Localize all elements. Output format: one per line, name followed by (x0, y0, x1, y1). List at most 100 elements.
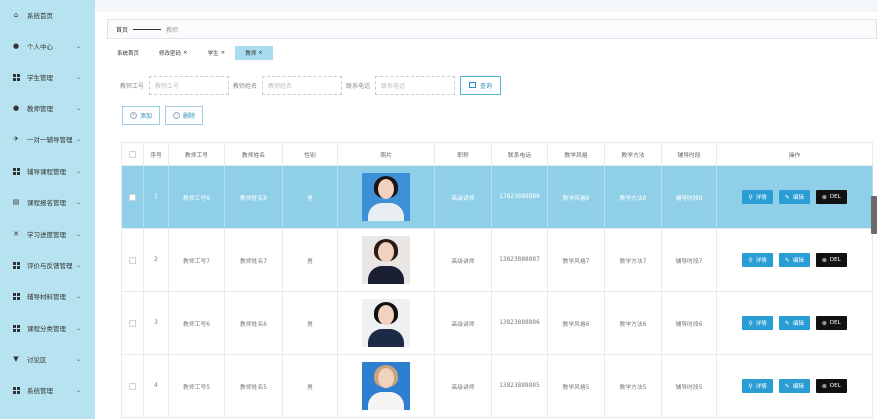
breadcrumb-home[interactable]: 首页 (116, 25, 128, 34)
cell-id: 教师工号8 (169, 166, 225, 228)
table-row[interactable]: 2 教师工号7 教师姓名7 男 高级讲师 13823888887 教学风格7 教学方法7 辅导时… (121, 229, 873, 292)
detail-button-label: 详情 (755, 321, 767, 327)
row-checkbox[interactable] (129, 256, 136, 264)
sidebar-item[interactable]: 学生管理 ⌄ (0, 67, 95, 87)
tab-item[interactable]: 修改密码 × (149, 46, 198, 60)
cell-name: 教师姓名6 (225, 292, 283, 354)
cell-photo (338, 355, 435, 417)
column-header: 性别 (283, 143, 338, 165)
tab-item[interactable]: 系统首页 (107, 46, 150, 60)
add-button[interactable]: + 添加 (122, 106, 161, 125)
del-button[interactable]: ⊗ DEL (815, 379, 847, 393)
breadcrumb: 首页 教师 (107, 19, 877, 39)
teacher-table: 序号 教师工号 教师姓名 性别 照片 职称 联系电话 教学风格 教学方法 辅导时段 操作 1 教师工号8… (121, 142, 873, 418)
chevron-down-icon: ⌄ (75, 135, 81, 143)
edit-button[interactable]: ✎ 编辑 (778, 379, 810, 393)
del-button[interactable]: ⊗ DEL (815, 253, 847, 267)
cross-icon: ✕ (13, 230, 19, 238)
sidebar-item-label: 讨论区 (27, 356, 47, 364)
chevron-down-icon: ⌄ (75, 167, 81, 175)
delete-button-label: 删除 (183, 113, 196, 120)
sidebar-item[interactable]: 评价与反馈管理 ⌄ (0, 255, 95, 275)
cell-slot: 辅导时段6 (662, 292, 717, 354)
cell-method: 教学方法7 (605, 229, 662, 291)
select-all-checkbox[interactable] (129, 150, 136, 158)
del-button[interactable]: ⊗ DEL (815, 316, 847, 330)
sidebar-item[interactable]: ▼ 讨论区 ⌄ (0, 349, 95, 369)
breadcrumb-separator (133, 28, 162, 30)
close-icon[interactable]: × (258, 50, 263, 56)
table-row[interactable]: 4 教师工号5 教师姓名5 男 高级讲师 13823888885 教学风格5 教学方法5 辅导时… (121, 355, 873, 418)
detail-button[interactable]: ⚲ 详情 (742, 316, 773, 330)
teacher-name-input[interactable]: 教师姓名 (262, 75, 343, 95)
sidebar-item-label: 评价与反馈管理 (27, 262, 73, 270)
sidebar-item-label: 系统首页 (27, 12, 53, 20)
phone-input[interactable]: 联系电话 (375, 75, 456, 95)
query-button[interactable]: 查询 (460, 75, 502, 95)
cell-photo (338, 229, 435, 291)
grid-icon (9, 73, 23, 81)
sidebar-item[interactable]: ✕ 学习进度管理 ⌄ (0, 224, 95, 244)
sidebar-item[interactable]: ⌂ 系统首页 (0, 5, 95, 25)
cell-slot: 辅导时段5 (662, 355, 717, 417)
cell-title: 高级讲师 (435, 166, 492, 228)
tab-item[interactable]: 教师 × (235, 46, 273, 60)
teacher-photo (362, 299, 410, 347)
sidebar: ⌂ 系统首页 ● 个人中心 ⌄ 学生管理 ⌄ ● 教师管理 ⌄ ✈ 一对一辅导管理 ⌄ 辅导课程管理 ⌄ ▤ 课… (0, 0, 95, 419)
cell-id: 教师工号5 (169, 355, 225, 417)
select-all-cell[interactable] (121, 143, 144, 165)
column-header: 职称 (435, 143, 492, 165)
detail-button[interactable]: ⚲ 详情 (742, 190, 773, 204)
row-select-cell (121, 292, 144, 354)
sidebar-item[interactable]: 辅导课程管理 ⌄ (0, 161, 95, 181)
detail-button[interactable]: ⚲ 详情 (742, 253, 773, 267)
cancel-circle-icon: ⊗ (821, 193, 827, 201)
sidebar-item[interactable]: ● 个人中心 ⌄ (0, 36, 95, 56)
sidebar-item[interactable]: 系统管理 ⌄ (0, 380, 95, 400)
column-header: 辅导时段 (662, 143, 717, 165)
teacher-id-label: 教师工号 (120, 82, 145, 90)
teacher-name-label: 教师姓名 (233, 82, 258, 90)
sidebar-item[interactable]: 课程分类管理 ⌄ (0, 318, 95, 338)
table-row[interactable]: 1 教师工号8 教师姓名8 男 高级讲师 13823888888 教学风格8 教学方法8 辅导时… (121, 166, 873, 229)
tab-item[interactable]: 学生 × (197, 46, 236, 60)
edit-button[interactable]: ✎ 编辑 (778, 190, 810, 204)
column-header: 教师工号 (169, 143, 225, 165)
cell-id: 教师工号6 (169, 292, 225, 354)
close-icon[interactable]: × (221, 50, 226, 56)
delete-button[interactable]: − 删除 (165, 106, 204, 125)
edit-button[interactable]: ✎ 编辑 (778, 253, 810, 267)
teacher-photo (362, 362, 410, 410)
cell-id: 教师工号7 (169, 229, 225, 291)
photo-face (378, 368, 394, 388)
del-button[interactable]: ⊗ DEL (815, 190, 847, 204)
teacher-id-input[interactable]: 教师工号 (149, 75, 230, 95)
sidebar-item[interactable]: ● 教师管理 ⌄ (0, 98, 95, 118)
edit-button-label: 编辑 (792, 195, 804, 201)
cell-style: 教学风格8 (548, 166, 605, 228)
scrollbar[interactable] (871, 196, 877, 234)
sidebar-item[interactable]: ▤ 课程报名管理 ⌄ (0, 192, 95, 212)
column-header: 操作 (717, 143, 873, 165)
chevron-down-icon: ⌄ (75, 355, 81, 363)
tab-label: 系统首页 (117, 51, 140, 57)
close-icon[interactable]: × (183, 50, 188, 56)
row-checkbox[interactable] (129, 319, 136, 327)
edit-button[interactable]: ✎ 编辑 (778, 316, 810, 330)
sidebar-item-label: 学生管理 (27, 74, 53, 82)
sidebar-item[interactable]: ✈ 一对一辅导管理 ⌄ (0, 129, 95, 149)
edit-button-label: 编辑 (792, 321, 804, 327)
table-header-row: 序号 教师工号 教师姓名 性别 照片 职称 联系电话 教学风格 教学方法 辅导时段 操作 (121, 142, 873, 166)
row-checkbox[interactable] (129, 193, 136, 201)
row-select-cell (121, 355, 144, 417)
row-checkbox[interactable] (129, 382, 136, 390)
cell-phone: 13823888888 (492, 166, 548, 228)
table-row[interactable]: 3 教师工号6 教师姓名6 男 高级讲师 13823888886 教学风格6 教学方法6 辅导时… (121, 292, 873, 355)
cell-index: 3 (144, 292, 169, 354)
cell-method: 教学方法5 (605, 355, 662, 417)
edit-button-label: 编辑 (792, 258, 804, 264)
sidebar-item[interactable]: 辅导材料管理 ⌄ (0, 286, 95, 306)
cell-index: 1 (144, 166, 169, 228)
add-button-label: 添加 (140, 113, 153, 120)
detail-button[interactable]: ⚲ 详情 (742, 379, 773, 393)
